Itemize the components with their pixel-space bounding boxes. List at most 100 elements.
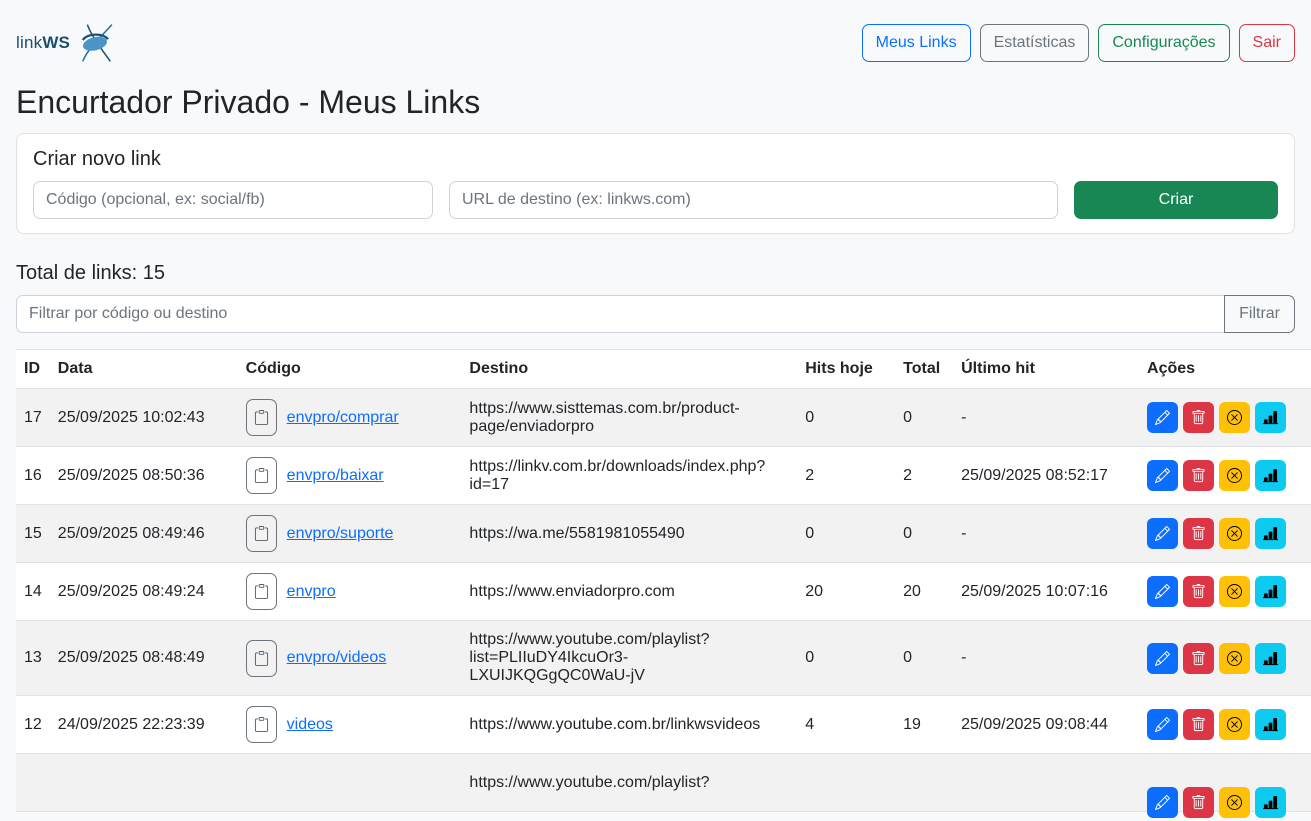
nav-meus-links-button[interactable]: Meus Links <box>862 24 971 62</box>
link-date: 25/09/2025 08:48:49 <box>50 621 238 696</box>
actions-cell <box>1139 389 1311 447</box>
header-total: Total <box>895 350 953 389</box>
x-circle-icon <box>1227 584 1242 599</box>
stats-button[interactable] <box>1255 402 1286 433</box>
table-row: 15 25/09/2025 08:49:46 envpro/suporte ht… <box>16 505 1311 563</box>
copy-code-button[interactable] <box>246 706 277 743</box>
table-row: 14 25/09/2025 08:49:24 envpro https://ww… <box>16 563 1311 621</box>
bar-chart-icon <box>1263 410 1278 425</box>
copy-code-button[interactable] <box>246 573 277 610</box>
stats-button[interactable] <box>1255 518 1286 549</box>
pencil-icon <box>1155 584 1170 599</box>
nav-sair-button[interactable]: Sair <box>1239 24 1295 62</box>
clipboard-icon <box>254 651 269 666</box>
disable-button[interactable] <box>1219 787 1250 818</box>
short-code-link[interactable]: envpro/videos <box>287 649 387 667</box>
hits-today-value <box>797 754 895 812</box>
edit-button[interactable] <box>1147 643 1178 674</box>
trash-icon <box>1191 526 1206 541</box>
link-date: 25/09/2025 10:02:43 <box>50 389 238 447</box>
header-id: ID <box>16 350 50 389</box>
short-code-link[interactable]: envpro/suporte <box>287 525 394 543</box>
copy-code-button[interactable] <box>246 640 277 677</box>
nav-configuracoes-button[interactable]: Configurações <box>1098 24 1229 62</box>
link-code-cell <box>238 754 462 812</box>
disable-button[interactable] <box>1219 460 1250 491</box>
table-row: 13 25/09/2025 08:48:49 envpro/videos htt… <box>16 621 1311 696</box>
last-hit-value: - <box>953 621 1139 696</box>
copy-code-button[interactable] <box>246 457 277 494</box>
trash-icon <box>1191 584 1206 599</box>
link-id: 15 <box>16 505 50 563</box>
copy-code-button[interactable] <box>246 515 277 552</box>
clipboard-icon <box>254 526 269 541</box>
table-row: https://www.youtube.com/playlist? <box>16 754 1311 812</box>
actions-cell <box>1139 621 1311 696</box>
short-code-link[interactable]: videos <box>287 716 333 734</box>
stats-button[interactable] <box>1255 709 1286 740</box>
short-code-link[interactable]: envpro/baixar <box>287 467 384 485</box>
disable-button[interactable] <box>1219 518 1250 549</box>
filter-input[interactable] <box>16 295 1225 333</box>
edit-button[interactable] <box>1147 709 1178 740</box>
stats-button[interactable] <box>1255 643 1286 674</box>
header-codigo: Código <box>238 350 462 389</box>
link-code-cell: envpro/videos <box>238 621 462 696</box>
hits-total-value: 0 <box>895 389 953 447</box>
delete-button[interactable] <box>1183 787 1214 818</box>
create-button[interactable]: Criar <box>1074 181 1278 219</box>
link-destination: https://www.sisttemas.com.br/product-pag… <box>461 389 797 447</box>
table-row: 16 25/09/2025 08:50:36 envpro/baixar htt… <box>16 447 1311 505</box>
bar-chart-icon <box>1263 795 1278 810</box>
header-hits-hoje: Hits hoje <box>797 350 895 389</box>
last-hit-value <box>953 754 1139 812</box>
nav-estatisticas-button[interactable]: Estatísticas <box>980 24 1090 62</box>
hits-total-value: 2 <box>895 447 953 505</box>
delete-button[interactable] <box>1183 460 1214 491</box>
edit-button[interactable] <box>1147 787 1178 818</box>
hits-today-value: 2 <box>797 447 895 505</box>
trash-icon <box>1191 410 1206 425</box>
header-acoes: Ações <box>1139 350 1311 389</box>
header-data: Data <box>50 350 238 389</box>
filter-button[interactable]: Filtrar <box>1224 295 1295 333</box>
short-code-link[interactable]: envpro/comprar <box>287 409 399 427</box>
stats-button[interactable] <box>1255 576 1286 607</box>
edit-button[interactable] <box>1147 576 1178 607</box>
delete-button[interactable] <box>1183 576 1214 607</box>
disable-button[interactable] <box>1219 402 1250 433</box>
delete-button[interactable] <box>1183 643 1214 674</box>
delete-button[interactable] <box>1183 402 1214 433</box>
link-code-cell: videos <box>238 696 462 754</box>
code-input[interactable] <box>33 181 433 219</box>
page-title: Encurtador Privado - Meus Links <box>16 84 1295 121</box>
clipboard-icon <box>254 584 269 599</box>
hits-total-value: 0 <box>895 621 953 696</box>
last-hit-value: - <box>953 389 1139 447</box>
delete-button[interactable] <box>1183 518 1214 549</box>
hits-today-value: 4 <box>797 696 895 754</box>
links-table-body: 17 25/09/2025 10:02:43 envpro/comprar ht… <box>16 389 1311 812</box>
copy-code-button[interactable] <box>246 399 277 436</box>
link-code-cell: envpro/suporte <box>238 505 462 563</box>
disable-button[interactable] <box>1219 709 1250 740</box>
edit-button[interactable] <box>1147 460 1178 491</box>
link-code-cell: envpro/baixar <box>238 447 462 505</box>
links-table-header: ID Data Código Destino Hits hoje Total Ú… <box>16 350 1311 389</box>
disable-button[interactable] <box>1219 643 1250 674</box>
edit-button[interactable] <box>1147 402 1178 433</box>
link-id: 16 <box>16 447 50 505</box>
short-code-link[interactable]: envpro <box>287 583 336 601</box>
brand-logo: linkWS <box>16 22 118 64</box>
delete-button[interactable] <box>1183 709 1214 740</box>
disable-button[interactable] <box>1219 576 1250 607</box>
destination-url-input[interactable] <box>449 181 1058 219</box>
stats-button[interactable] <box>1255 460 1286 491</box>
stats-button[interactable] <box>1255 787 1286 818</box>
filter-group: Filtrar <box>16 295 1295 333</box>
x-circle-icon <box>1227 651 1242 666</box>
link-date: 25/09/2025 08:50:36 <box>50 447 238 505</box>
pencil-icon <box>1155 651 1170 666</box>
hits-total-value: 20 <box>895 563 953 621</box>
edit-button[interactable] <box>1147 518 1178 549</box>
